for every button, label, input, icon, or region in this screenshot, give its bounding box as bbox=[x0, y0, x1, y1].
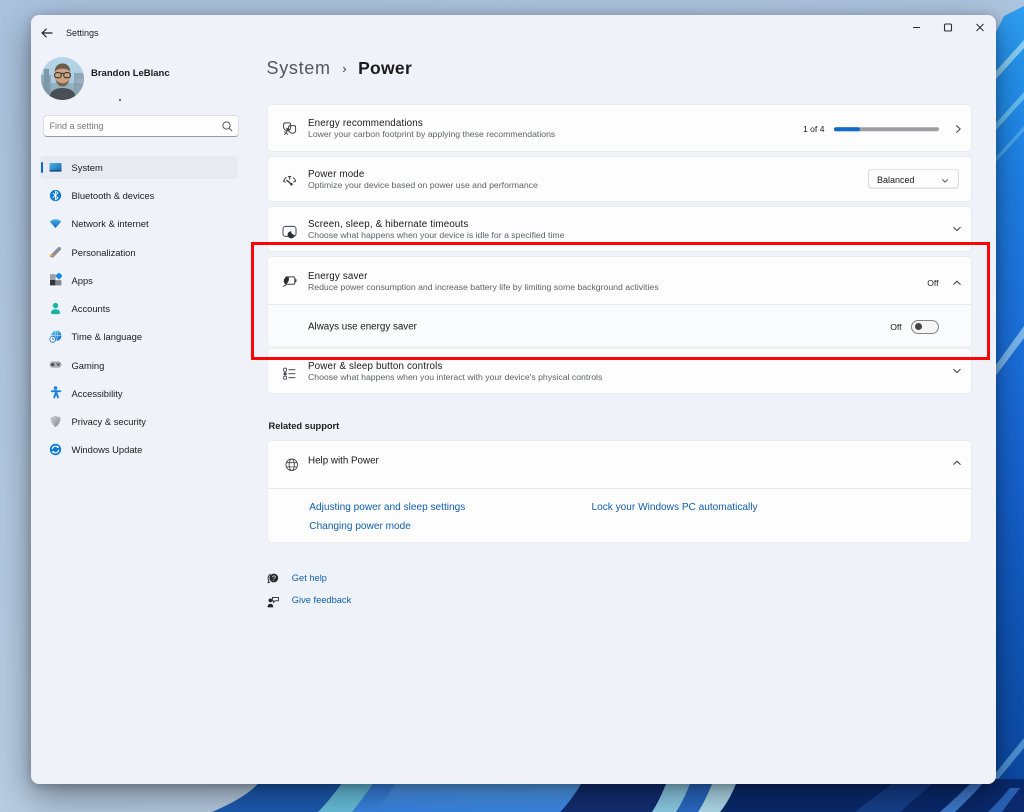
svg-text:?: ? bbox=[272, 573, 276, 582]
